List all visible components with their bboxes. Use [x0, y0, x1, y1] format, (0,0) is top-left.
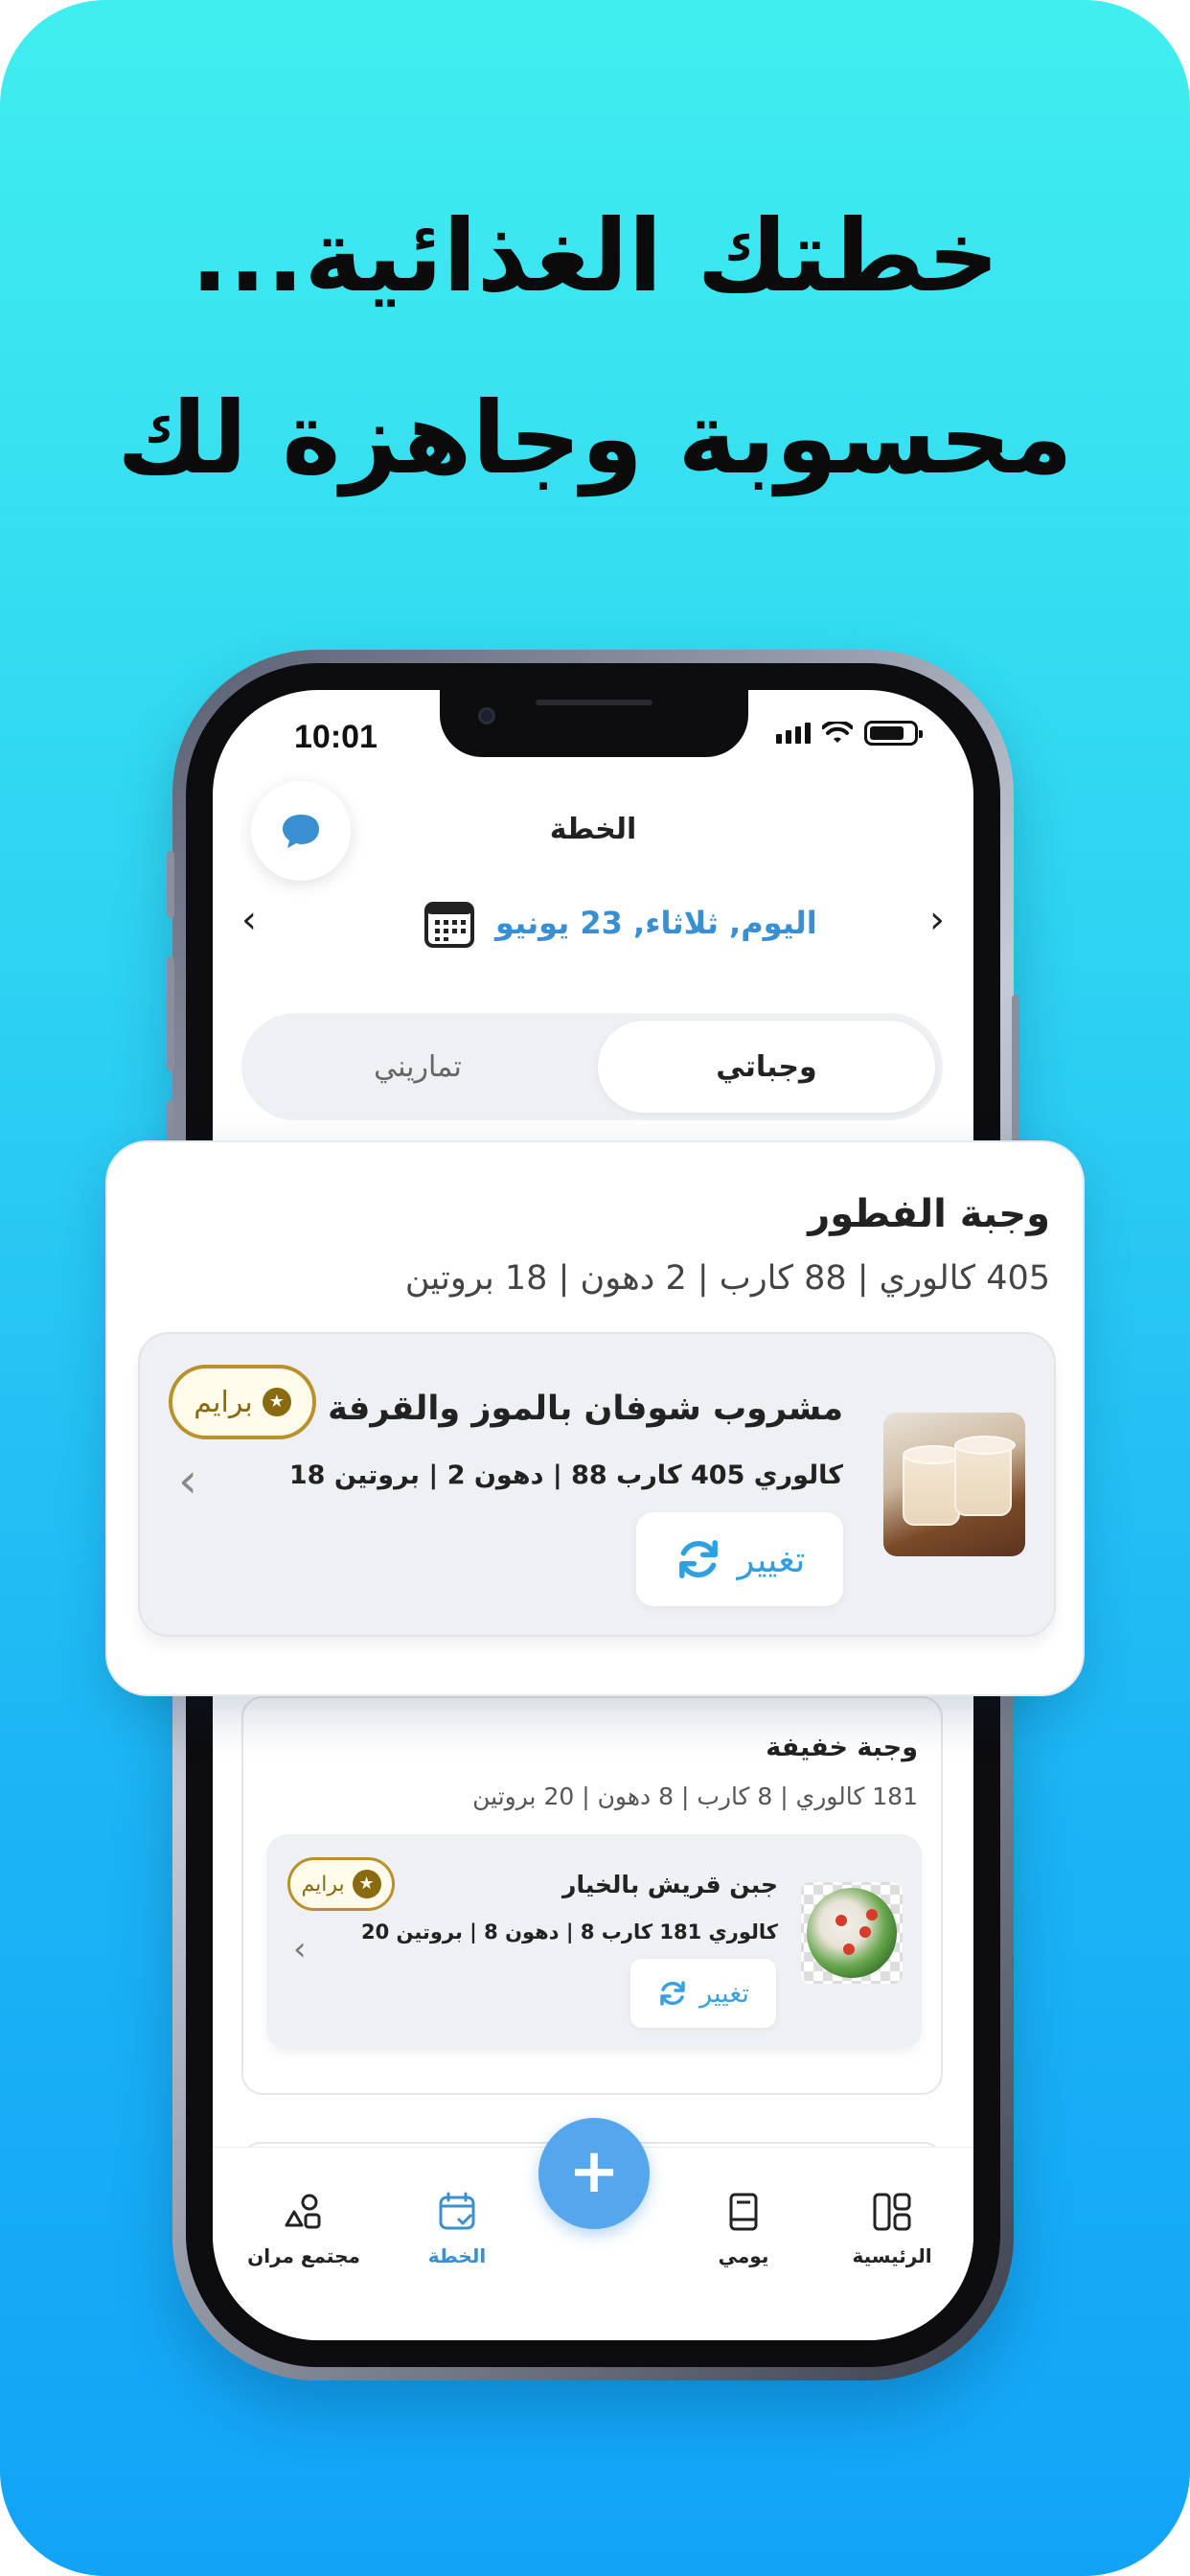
tab-diary[interactable]: يومي: [681, 2191, 806, 2267]
tab-diary-label: يومي: [718, 2244, 769, 2267]
refresh-icon: [678, 1540, 718, 1578]
camera-icon: [478, 707, 495, 724]
star-icon: ★: [352, 1870, 381, 1898]
snack-macros: 181 كالوري | 8 كارب | 8 دهون | 20 بروتين: [472, 1782, 918, 1810]
date-navigator: ‹ اليوم, ثلاثاء, 23 يونيو ›: [213, 893, 973, 951]
status-icons: [776, 721, 923, 746]
tab-workouts[interactable]: تماريني: [249, 1021, 586, 1113]
refresh-icon: [660, 1981, 685, 2006]
tab-community-label: مجتمع مران: [247, 2244, 360, 2267]
headline-line-2: محسوبة وجاهزة لك: [117, 380, 1073, 496]
tab-plan[interactable]: الخطة: [395, 2191, 519, 2267]
star-icon: ★: [262, 1388, 291, 1416]
snack-meal-card: وجبة خفيفة 181 كالوري | 8 كارب | 8 دهون …: [241, 1696, 943, 2095]
tab-meals[interactable]: وجباتي: [598, 1021, 935, 1113]
oat-banana-drink-image: [883, 1413, 1025, 1556]
breakfast-item-name: مشروب شوفان بالموز والقرفة: [328, 1390, 843, 1428]
book-icon: [729, 2193, 758, 2231]
snack-change-button[interactable]: تغيير: [630, 1959, 776, 2028]
calendar-check-icon: [439, 2192, 475, 2230]
breakfast-premium-badge: ★ برايم: [169, 1365, 316, 1439]
tab-community[interactable]: مجتمع مران: [241, 2191, 366, 2267]
cottage-cheese-salad-image: [801, 1882, 903, 1984]
breakfast-change-label: تغيير: [737, 1538, 806, 1580]
community-icon: [285, 2194, 321, 2229]
signal-icon: [776, 723, 811, 744]
snack-item-name: جبن قريش بالخيار: [562, 1871, 778, 1898]
wifi-icon: [822, 722, 853, 743]
breakfast-chevron-icon[interactable]: ‹: [178, 1457, 197, 1505]
home-grid-icon: [873, 2193, 911, 2231]
breakfast-premium-label: برايم: [194, 1385, 253, 1419]
phone-side-button: [167, 851, 174, 918]
breakfast-item-nutrition: كالوري 405 كارب 88 | دهون 2 | بروتين 18: [288, 1460, 843, 1490]
current-date: اليوم, ثلاثاء, 23 يونيو: [495, 905, 817, 941]
phone-volume-up: [167, 956, 174, 1071]
calendar-icon[interactable]: [423, 897, 475, 949]
speaker: [536, 700, 652, 705]
snack-item-card[interactable]: جبن قريش بالخيار كالوري 181 كارب 8 | دهو…: [266, 1834, 922, 2049]
notch: [440, 690, 748, 757]
breakfast-macros: 405 كالوري | 88 كارب | 2 دهون | 18 بروتي…: [404, 1259, 1050, 1298]
status-time: 10:01: [294, 719, 378, 755]
battery-icon: [864, 721, 923, 746]
breakfast-meal-card: وجبة الفطور 405 كالوري | 88 كارب | 2 دهو…: [105, 1140, 1085, 1696]
breakfast-change-button[interactable]: تغيير: [636, 1512, 843, 1606]
headline-line-1: خطتك الغذائية...: [191, 197, 999, 314]
tab-plan-label: الخطة: [427, 2244, 487, 2267]
screen-title: الخطة: [549, 813, 637, 846]
snack-premium-label: برايم: [301, 1872, 345, 1897]
snack-item-nutrition: كالوري 181 كارب 8 | دهون 8 | بروتين 20: [360, 1920, 778, 1944]
breakfast-title: وجبة الفطور: [808, 1192, 1050, 1236]
tab-home-label: الرئيسية: [852, 2244, 932, 2267]
promo-background: خطتك الغذائية... محسوبة وجاهزة لك 10:01: [0, 0, 1190, 2576]
breakfast-item-card[interactable]: مشروب شوفان بالموز والقرفة كالوري 405 كا…: [138, 1332, 1056, 1637]
snack-title: وجبة خفيفة: [766, 1733, 918, 1762]
snack-premium-badge: ★ برايم: [287, 1857, 395, 1911]
tab-home[interactable]: الرئيسية: [830, 2191, 954, 2267]
add-button[interactable]: +: [538, 2118, 650, 2229]
plan-segment-control: وجباتي تماريني: [241, 1013, 943, 1120]
chevron-left-icon[interactable]: ‹: [241, 901, 257, 939]
snack-chevron-icon[interactable]: ‹: [293, 1930, 307, 1968]
chevron-right-icon[interactable]: ›: [929, 901, 945, 939]
snack-change-label: تغيير: [699, 1978, 749, 2009]
